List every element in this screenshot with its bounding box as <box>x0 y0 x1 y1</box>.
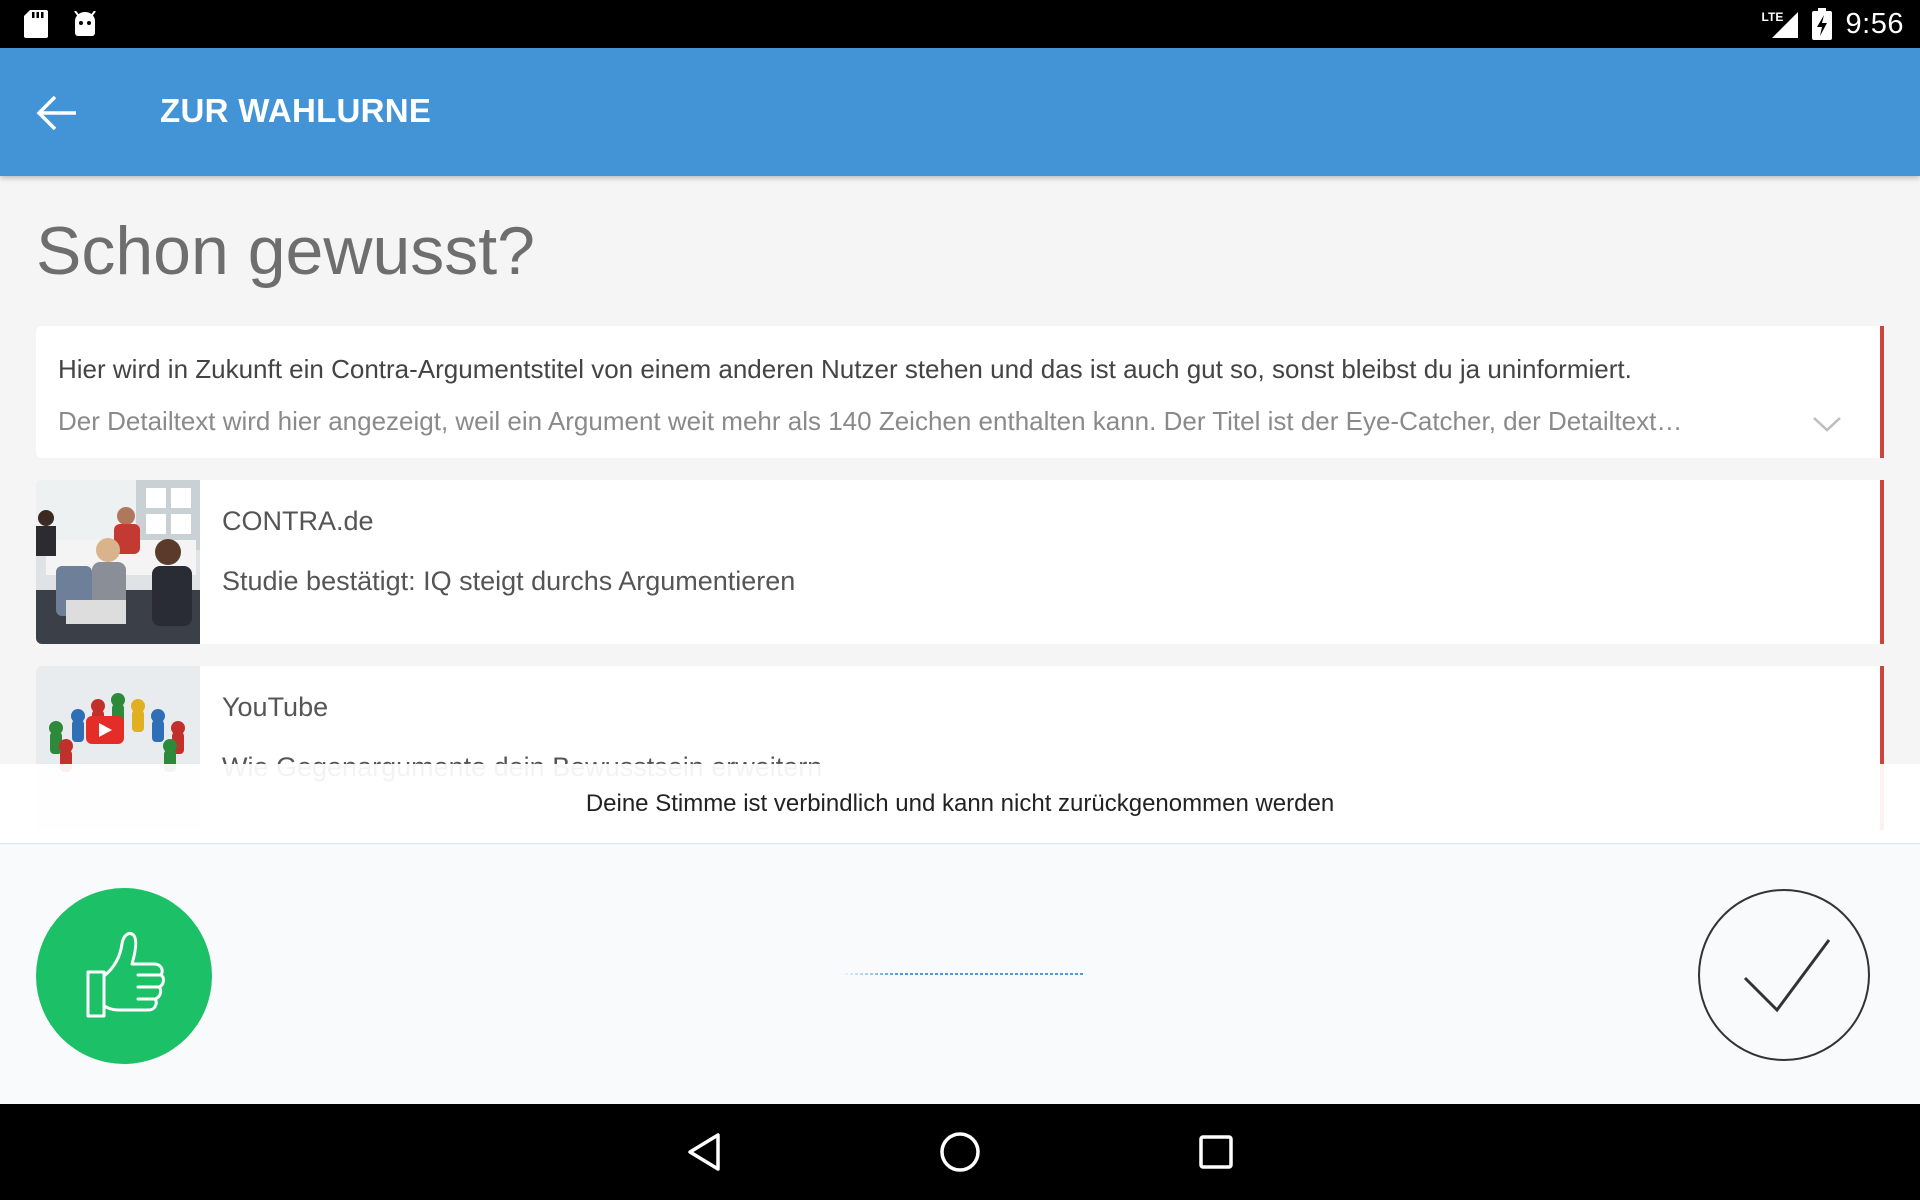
youtube-play-icon <box>86 716 124 744</box>
binding-notice: Deine Stimme ist verbindlich und kann ni… <box>0 764 1920 844</box>
checkmark-icon <box>1743 939 1831 1013</box>
arrow-left-icon <box>36 95 76 131</box>
app-bar: ZUR WAHLURNE <box>0 48 1920 176</box>
status-right-icons: LTE 9:56 <box>1762 6 1904 42</box>
link-source: YouTube <box>222 692 329 722</box>
android-icon <box>74 11 96 36</box>
confirm-vote-button[interactable] <box>1698 889 1870 1061</box>
link-card[interactable]: CONTRA.de Studie bestätigt: IQ steigt du… <box>36 480 1884 644</box>
system-back-button[interactable] <box>674 1122 734 1182</box>
sd-card-icon <box>24 10 48 38</box>
headline: Schon gewusst? <box>36 213 535 289</box>
home-circle-icon <box>940 1132 980 1172</box>
link-title: Studie bestätigt: IQ steigt durchs Argum… <box>222 566 796 596</box>
system-home-button[interactable] <box>930 1122 990 1182</box>
status-left-icons <box>24 10 98 38</box>
meeting-photo-thumbnail <box>36 480 200 644</box>
system-nav-bar <box>0 1104 1920 1200</box>
system-recents-button[interactable] <box>1186 1122 1246 1182</box>
link-source: CONTRA.de <box>222 506 374 536</box>
page-title: ZUR WAHLURNE <box>160 92 432 129</box>
swipe-progress-line <box>840 973 1085 975</box>
vote-area <box>0 845 1920 1104</box>
chevron-down-icon <box>1813 417 1841 432</box>
clock: 9:56 <box>1845 7 1904 40</box>
recents-square-icon <box>1199 1135 1233 1169</box>
expand-button[interactable] <box>1810 412 1844 436</box>
argument-detail: Der Detailtext wird hier angezeigt, weil… <box>58 406 1683 436</box>
thumbs-up-choice-button[interactable] <box>36 888 212 1064</box>
back-triangle-icon <box>688 1133 720 1171</box>
thumbs-up-icon <box>86 932 165 1018</box>
argument-title: Hier wird in Zukunft ein Contra-Argument… <box>58 354 1632 384</box>
main-content: Schon gewusst? Hier wird in Zukunft ein … <box>0 176 1920 846</box>
battery-charging-icon <box>1811 8 1832 40</box>
signal-icon: LTE <box>1762 8 1798 40</box>
argument-card[interactable]: Hier wird in Zukunft ein Contra-Argument… <box>36 326 1884 458</box>
back-button[interactable] <box>22 78 92 148</box>
status-bar: LTE 9:56 <box>0 0 1920 48</box>
notice-text: Deine Stimme ist verbindlich und kann ni… <box>585 790 1335 817</box>
